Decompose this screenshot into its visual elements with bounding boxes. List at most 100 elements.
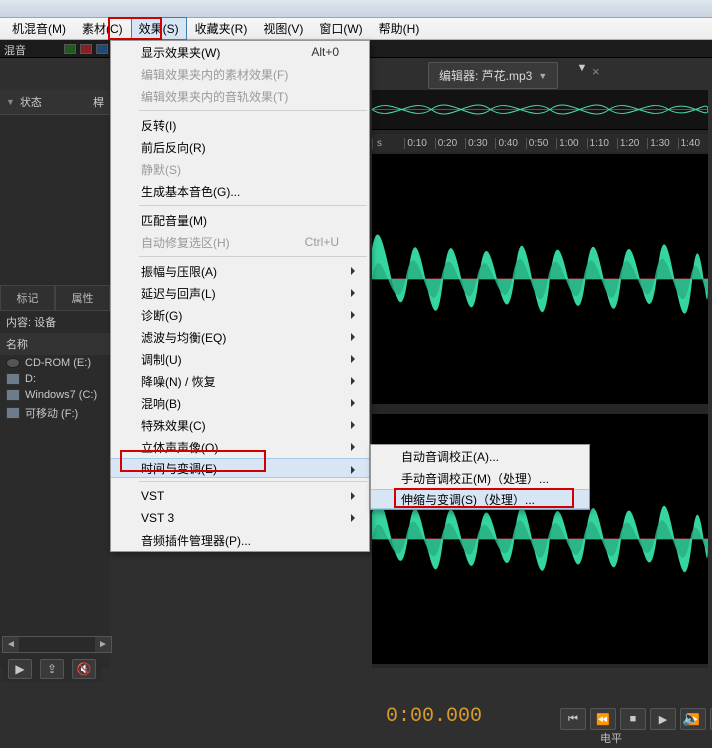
overview-waveform[interactable] (372, 90, 708, 130)
menu-effects[interactable]: 效果(S) (131, 17, 187, 40)
menu-item[interactable]: 音频插件管理器(P)... (111, 529, 369, 551)
device-item[interactable]: CD-ROM (E:) (0, 355, 110, 371)
submenu-item[interactable]: 手动音调校正(M)（处理）... (371, 467, 589, 489)
toolbar-label: 混音 (4, 42, 26, 58)
menu-item-label: 编辑效果夹内的音轨效果(T) (141, 88, 288, 105)
window-titlebar (0, 0, 712, 18)
menu-item: 自动修复选区(H)Ctrl+U (111, 231, 369, 253)
chevron-down-icon[interactable]: ▼ (6, 97, 15, 107)
menu-item[interactable]: 降噪(N) / 恢复 (111, 370, 369, 392)
menu-item[interactable]: 诊断(G) (111, 304, 369, 326)
tab-markers[interactable]: 标记 (0, 285, 55, 311)
play-control-button[interactable]: ⏪ (590, 708, 616, 730)
mute-button[interactable]: 🔇 (72, 659, 96, 679)
menu-item[interactable]: 调制(U) (111, 348, 369, 370)
speaker-icon[interactable]: 🔈 (682, 710, 702, 730)
play-control-button[interactable]: ■ (620, 708, 646, 730)
menu-item-label: 前后反向(R) (141, 139, 206, 156)
tab-properties[interactable]: 属性 (55, 285, 110, 311)
disc-icon (6, 358, 20, 368)
scroll-right-icon[interactable]: ► (95, 637, 111, 652)
menu-item[interactable]: 特殊效果(C) (111, 414, 369, 436)
menu-item-label: 音频插件管理器(P)... (141, 532, 251, 549)
menu-item[interactable]: 滤波与均衡(EQ) (111, 326, 369, 348)
left-panel-status-row: ▼ 状态 桿 (0, 90, 110, 115)
menu-item[interactable]: 显示效果夹(W)Alt+0 (111, 41, 369, 63)
menu-item-label: 特殊效果(C) (141, 417, 206, 434)
menu-item-label: 自动修复选区(H) (141, 234, 230, 251)
device-item[interactable]: Windows7 (C:) (0, 387, 110, 403)
device-item[interactable]: D: (0, 371, 110, 387)
menu-item-label: 降噪(N) / 恢复 (141, 373, 216, 390)
menu-item[interactable]: 反转(I) (111, 114, 369, 136)
play-control-button[interactable]: ▶ (650, 708, 676, 730)
menu-item-label: 生成基本音色(G)... (141, 183, 240, 200)
play-button[interactable]: ▶ (8, 659, 32, 679)
menu-help[interactable]: 帮助(H) (371, 17, 428, 40)
device-item[interactable]: 可移动 (F:) (0, 403, 110, 423)
menu-view[interactable]: 视图(V) (255, 17, 311, 40)
menu-clip[interactable]: 素材(C) (74, 17, 131, 40)
submenu-item-label: 伸缩与变调(S)（处理）... (401, 491, 535, 508)
device-label: 可移动 (F:) (25, 405, 78, 421)
menu-item[interactable]: VST (111, 485, 369, 507)
submenu-item[interactable]: 自动音调校正(A)... (371, 445, 589, 467)
dropdown-icon[interactable]: ▼ (538, 71, 547, 81)
effects-menu: 显示效果夹(W)Alt+0 编辑效果夹内的素材效果(F) 编辑效果夹内的音轨效果(T… (110, 40, 370, 552)
toolbar-swatch-red[interactable] (80, 44, 92, 54)
menu-item[interactable]: 延迟与回声(L) (111, 282, 369, 304)
menu-item[interactable]: 振幅与压限(A) (111, 260, 369, 282)
menu-window[interactable]: 窗口(W) (311, 17, 370, 40)
menu-item[interactable]: 混响(B) (111, 392, 369, 414)
timecode-display: 0:00.000 (386, 705, 482, 728)
menu-item[interactable]: 匹配音量(M) (111, 209, 369, 231)
menu-item[interactable]: 生成基本音色(G)... (111, 180, 369, 202)
menu-item[interactable]: 立体声声像(O) (111, 436, 369, 458)
left-panel-status-label: 状态 (20, 94, 42, 110)
menu-item-label: 反转(I) (141, 117, 176, 134)
ruler-tick: 0:10 (404, 138, 434, 149)
device-label: CD-ROM (E:) (25, 357, 91, 369)
menu-item[interactable]: 前后反向(R) (111, 136, 369, 158)
editor-tab-close[interactable]: × (592, 64, 600, 79)
menubar: 机混音(M) 素材(C) 效果(S) 收藏夹(R) 视图(V) 窗口(W) 帮助… (0, 18, 712, 40)
submenu-item[interactable]: 伸缩与变调(S)（处理）... (371, 489, 589, 509)
drive-icon (6, 389, 20, 401)
drive-icon (6, 373, 20, 385)
menu-favorites[interactable]: 收藏夹(R) (187, 17, 256, 40)
ruler-unit: s (372, 138, 404, 149)
menu-item-label: 振幅与压限(A) (141, 263, 217, 280)
import-button[interactable]: ⇪ (40, 659, 64, 679)
ruler-tick: 0:50 (526, 138, 556, 149)
left-panel-tabs: 标记 属性 (0, 285, 110, 311)
ruler-tick: 1:00 (556, 138, 586, 149)
play-control-button[interactable]: ⏮ (560, 708, 586, 730)
time-ruler[interactable]: s 0:10 0:20 0:30 0:40 0:50 1:00 1:10 1:2… (372, 134, 708, 152)
transport-panel: ▶ ⇪ 🔇 (2, 656, 102, 682)
menu-item-label: 编辑效果夹内的素材效果(F) (141, 66, 288, 83)
editor-tab[interactable]: 编辑器: 芦花.mp3 ▼ (428, 62, 558, 89)
menu-item-label: VST (141, 489, 164, 503)
scroll-track[interactable] (19, 637, 95, 652)
menu-item-label: 匹配音量(M) (141, 212, 207, 229)
time-pitch-submenu: 自动音调校正(A)... 手动音调校正(M)（处理）... 伸缩与变调(S)（处理）… (370, 444, 590, 510)
submenu-item-label: 自动音调校正(A)... (401, 448, 499, 465)
menu-item[interactable]: 时间与变调(E) (111, 458, 369, 478)
menu-item: 编辑效果夹内的素材效果(F) (111, 63, 369, 85)
scroll-left-icon[interactable]: ◄ (3, 637, 19, 652)
menu-audio-mix[interactable]: 机混音(M) (4, 17, 74, 40)
ruler-tick: 1:30 (647, 138, 677, 149)
submenu-item-label: 手动音调校正(M)（处理）... (401, 470, 549, 487)
toolbar-swatch-green[interactable] (64, 44, 76, 54)
editor-tab-dropdown[interactable]: ▼ (575, 62, 589, 82)
menu-item[interactable]: VST 3 (111, 507, 369, 529)
level-label: 电平 (600, 730, 622, 746)
menu-item-label: 显示效果夹(W) (141, 44, 220, 61)
left-panel-col-label: 桿 (93, 94, 104, 110)
horizontal-scrollbar[interactable]: ◄ ► (2, 636, 112, 653)
toolbar-swatch-blue[interactable] (96, 44, 108, 54)
editor-tab-title: 编辑器: 芦花.mp3 (439, 67, 532, 84)
menu-item-label: 立体声声像(O) (141, 439, 218, 456)
left-panel-content-label: 内容: 设备 (0, 311, 110, 333)
waveform-channel-left[interactable] (372, 154, 708, 404)
